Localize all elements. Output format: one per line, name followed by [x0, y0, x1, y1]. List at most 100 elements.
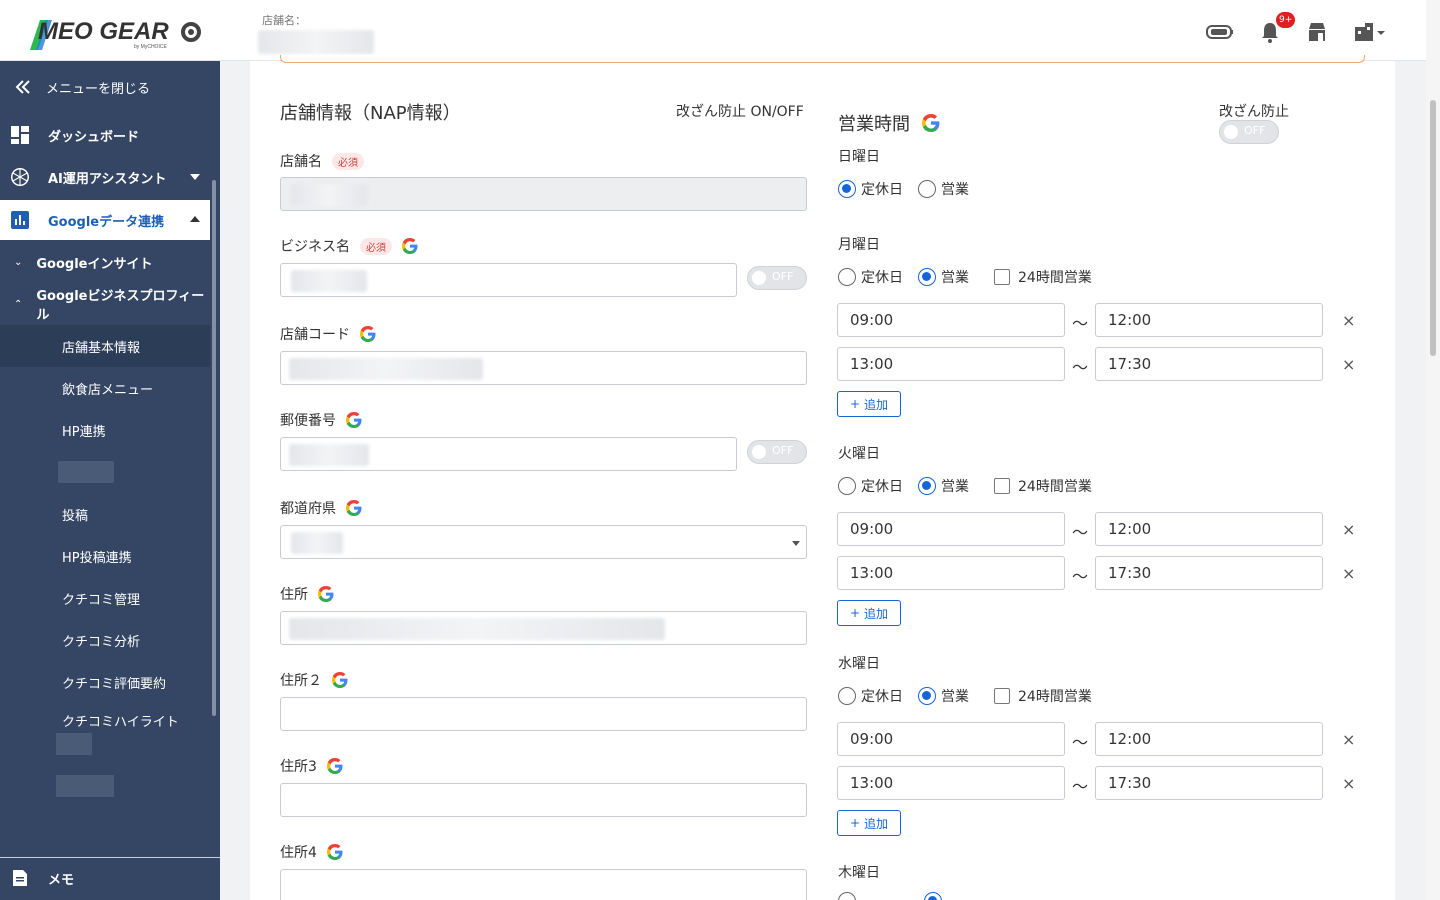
radio-closed[interactable]: [838, 892, 861, 900]
remove-slot-icon[interactable]: ×: [1342, 564, 1355, 583]
radio-open[interactable]: 営業: [918, 476, 969, 496]
monday-slot1-start[interactable]: 09:00: [837, 303, 1065, 337]
remove-slot-icon[interactable]: ×: [1342, 774, 1355, 793]
business-name-input[interactable]: [280, 263, 737, 297]
tilde-separator: 〜: [1072, 777, 1089, 796]
sidebar-sub-review-summary[interactable]: クチコミ評価要約: [0, 661, 210, 703]
monday-slot1-end[interactable]: 12:00: [1095, 303, 1323, 337]
add-slot-button[interactable]: + 追加: [837, 600, 901, 626]
radio-open[interactable]: 営業: [918, 179, 969, 199]
store-name-input[interactable]: [280, 177, 807, 211]
document-icon: [9, 867, 31, 889]
address-input[interactable]: [280, 611, 807, 645]
option-label: 定休日: [861, 479, 903, 495]
google-icon: [326, 844, 343, 860]
radio-closed[interactable]: 定休日: [838, 686, 903, 706]
toggle-text: OFF: [772, 270, 794, 283]
option-label: 24時間営業: [1018, 270, 1092, 286]
sidebar-sub-review-highlight[interactable]: クチコミハイライト: [0, 699, 210, 741]
sidebar-sub-hp-link[interactable]: HP連携: [0, 409, 210, 451]
checkbox-24h[interactable]: 24時間営業: [994, 686, 1092, 706]
remove-slot-icon[interactable]: ×: [1342, 520, 1355, 539]
radio-open[interactable]: 営業: [918, 267, 969, 287]
sidebar-sub-restaurant-menu[interactable]: 飲食店メニュー: [0, 367, 210, 409]
sidebar-item-dashboard[interactable]: ダッシュボード: [0, 115, 210, 155]
postal-code-toggle[interactable]: OFF: [747, 440, 807, 464]
tilde-separator: 〜: [1072, 314, 1089, 333]
button-label: 追加: [864, 816, 889, 831]
page-scrollbar[interactable]: [1426, 0, 1440, 900]
sidebar-sub-blurred[interactable]: [0, 451, 210, 493]
radio-circle: [918, 687, 936, 705]
remove-slot-icon[interactable]: ×: [1342, 311, 1355, 330]
add-slot-button[interactable]: + 追加: [837, 810, 901, 836]
label-text: 住所: [280, 587, 308, 603]
store-name-label: 店舗名：: [262, 14, 306, 27]
option-label: 定休日: [861, 182, 903, 198]
prefecture-select[interactable]: [280, 525, 807, 559]
close-menu-button[interactable]: メニューを閉じる: [0, 67, 210, 107]
address4-input[interactable]: [280, 869, 807, 900]
sidebar-sub-store-info[interactable]: 店舗基本情報: [0, 325, 210, 367]
scrollbar-thumb[interactable]: [1430, 100, 1436, 356]
building-menu-icon[interactable]: [1352, 18, 1388, 46]
remove-slot-icon[interactable]: ×: [1342, 730, 1355, 749]
wednesday-slot2-start[interactable]: 13:00: [837, 766, 1065, 800]
hours-tamper-toggle[interactable]: OFF: [1219, 120, 1279, 144]
checkbox-24h[interactable]: 24時間営業: [994, 476, 1092, 496]
radio-open[interactable]: 営業: [918, 686, 969, 706]
add-slot-button[interactable]: + 追加: [837, 391, 901, 417]
store-icon[interactable]: [1303, 18, 1331, 46]
google-icon: [346, 500, 362, 516]
radio-closed[interactable]: 定休日: [838, 267, 903, 287]
address3-input[interactable]: [280, 783, 807, 817]
sidebar-scrollbar[interactable]: [212, 180, 216, 716]
battery-icon[interactable]: [1206, 18, 1234, 46]
address2-field-label: 住所２: [280, 670, 348, 690]
tuesday-slot1-end[interactable]: 12:00: [1095, 512, 1323, 546]
radio-circle: [838, 477, 856, 495]
caret-down-icon: [190, 174, 200, 180]
tuesday-slot2-end[interactable]: 17:30: [1095, 556, 1323, 590]
sidebar-item-label: Googleインサイト: [36, 256, 153, 272]
sidebar-sub-review-mgmt[interactable]: クチコミ管理: [0, 577, 210, 619]
radio-closed[interactable]: 定休日: [838, 476, 903, 496]
hours-section-title: 営業時間: [838, 110, 940, 136]
label-text: 店舗コード: [280, 327, 350, 343]
radio-closed[interactable]: 定休日: [838, 179, 903, 199]
monday-slot2-end[interactable]: 17:30: [1095, 347, 1323, 381]
store-code-input[interactable]: [280, 351, 807, 385]
sunday-options: 定休日 営業: [838, 178, 984, 200]
tuesday-slot2-start[interactable]: 13:00: [837, 556, 1065, 590]
radio-open[interactable]: [924, 892, 947, 900]
notification-badge: 9+: [1276, 12, 1296, 28]
sidebar-sub-posts[interactable]: 投稿: [0, 493, 210, 535]
address-field-label: 住所: [280, 584, 334, 604]
sidebar-item-google-insight[interactable]: ⌄ Googleインサイト: [0, 242, 210, 282]
sidebar-item-memo[interactable]: メモ: [0, 858, 210, 898]
day-label-wednesday: 水曜日: [838, 656, 880, 672]
meo-gear-logo[interactable]: MEO GEAR by MyCHOICE: [28, 12, 208, 52]
remove-slot-icon[interactable]: ×: [1342, 355, 1355, 374]
tuesday-slot1-start[interactable]: 09:00: [837, 512, 1065, 546]
radio-circle: [918, 477, 936, 495]
google-icon: [332, 672, 348, 688]
business-name-toggle[interactable]: OFF: [747, 266, 807, 290]
monday-slot2-start[interactable]: 13:00: [837, 347, 1065, 381]
address2-input[interactable]: [280, 697, 807, 731]
store-name-field-label: 店舗名 必須: [280, 151, 364, 171]
wednesday-slot1-end[interactable]: 12:00: [1095, 722, 1323, 756]
day-label-sunday: 日曜日: [838, 149, 880, 165]
postal-code-input[interactable]: [280, 437, 737, 471]
checkbox-24h[interactable]: 24時間営業: [994, 267, 1092, 287]
sidebar-item-google-data[interactable]: Googleデータ連携: [0, 200, 210, 240]
blurred-value: [291, 532, 343, 554]
openai-icon: [9, 166, 31, 188]
option-label: 営業: [941, 689, 969, 705]
sidebar-item-google-profile[interactable]: ⌃ Googleビジネスプロフィール: [0, 284, 210, 324]
sidebar-item-ai-assistant[interactable]: AI運用アシスタント: [0, 157, 210, 197]
sidebar-sub-hp-posts[interactable]: HP投稿連携: [0, 535, 210, 577]
wednesday-slot2-end[interactable]: 17:30: [1095, 766, 1323, 800]
sidebar-sub-review-analysis[interactable]: クチコミ分析: [0, 619, 210, 661]
wednesday-slot1-start[interactable]: 09:00: [837, 722, 1065, 756]
